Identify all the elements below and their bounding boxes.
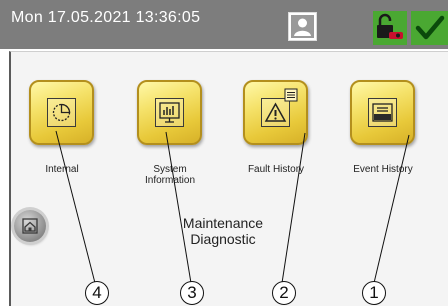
callout-2: 2 (272, 281, 296, 305)
callout-4: 4 (85, 281, 109, 305)
callout-lines (55, 130, 410, 284)
callout-3: 3 (180, 281, 204, 305)
callout-1: 1 (362, 281, 386, 305)
